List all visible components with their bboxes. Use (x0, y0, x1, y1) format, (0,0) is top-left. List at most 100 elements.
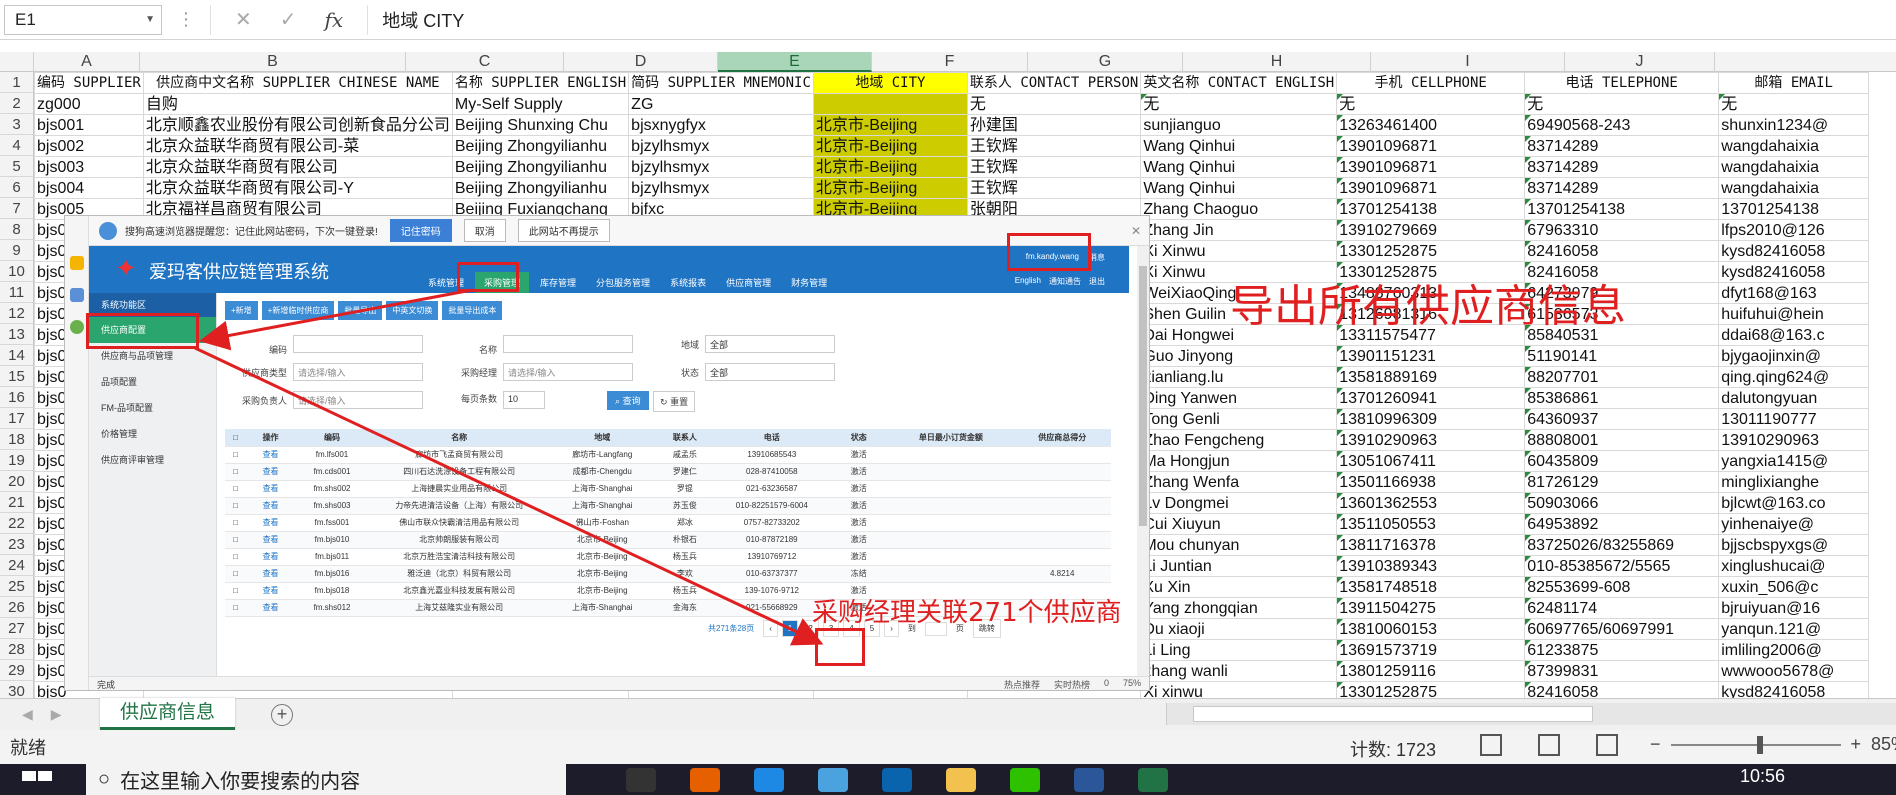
next-sheet-icon[interactable]: ▶ (51, 706, 62, 723)
cell-i19[interactable]: 60435809 (1524, 450, 1720, 472)
cell-f2[interactable]: 无 (966, 93, 1142, 115)
taskbar-search[interactable]: ○ 在这里输入你要搜索的内容 (86, 764, 566, 795)
toolbar-button-4[interactable]: 批量导出成本 (442, 301, 503, 320)
cell-c3[interactable]: Beijing Shunxing Chu (451, 114, 630, 136)
cell-i9[interactable]: 82416058 (1524, 240, 1720, 262)
zoom-in-icon[interactable]: + (1851, 734, 1862, 755)
top-link-2[interactable]: 退出 (1089, 276, 1105, 287)
vertical-scrollbar[interactable] (1137, 246, 1149, 676)
cell-i29[interactable]: 87399831 (1524, 660, 1720, 682)
cell-f3[interactable]: 孙建国 (966, 114, 1142, 136)
task-view-icon[interactable] (626, 767, 656, 792)
cell-i8[interactable]: 67963310 (1524, 219, 1720, 241)
column-header-f[interactable]: F (872, 52, 1028, 72)
cell-c1[interactable]: 名称 SUPPLIER ENGLISH (451, 72, 630, 94)
cell-i20[interactable]: 81726129 (1524, 471, 1720, 493)
toolbar-button-2[interactable]: 批量导出 (338, 301, 383, 320)
top-link-1[interactable]: 通知通告 (1049, 276, 1081, 287)
cell-h3[interactable]: 13263461400 (1336, 114, 1526, 136)
cell-h29[interactable]: 13801259116 (1336, 660, 1526, 682)
cell-j5[interactable]: wangdahaixia (1718, 156, 1870, 178)
filter-code-input[interactable] (293, 335, 423, 353)
cell-d5[interactable]: bjzylhsmyx (628, 156, 814, 178)
cell-h2[interactable]: 无 (1336, 93, 1526, 115)
cell-j29[interactable]: wwwooo5678@ (1718, 660, 1870, 682)
check-icon[interactable]: ✓ (280, 7, 297, 32)
cell-j17[interactable]: 13011190777 (1718, 408, 1870, 430)
filter-state-select[interactable]: 全部 (705, 363, 835, 381)
per-page-select[interactable]: 10 (503, 391, 545, 409)
view-link[interactable]: 查看 (246, 497, 295, 515)
row-header-21[interactable]: 21 (0, 492, 34, 513)
cell-i17[interactable]: 64360937 (1524, 408, 1720, 430)
top-link-0[interactable]: English (1015, 276, 1041, 287)
nav-item-3[interactable]: 分包服务管理 (587, 272, 659, 293)
cell-j16[interactable]: dalutongyuan (1718, 387, 1870, 409)
nav-item-5[interactable]: 供应商管理 (717, 272, 780, 293)
row-header-27[interactable]: 27 (0, 618, 34, 639)
cell-b6[interactable]: 北京众益联华商贸有限公司-Y (142, 177, 453, 199)
toolbar-button-0[interactable]: +新增 (225, 301, 258, 320)
function-icon[interactable]: fx (325, 8, 344, 32)
cell-j10[interactable]: kysd82416058 (1718, 261, 1870, 283)
folder-icon[interactable] (946, 767, 976, 792)
query-button[interactable]: ⌕ 查询 (607, 391, 649, 410)
filter-region-select[interactable]: 全部 (705, 335, 835, 353)
cell-f6[interactable]: 王钦辉 (966, 177, 1142, 199)
cell-i1[interactable]: 电话 TELEPHONE (1524, 72, 1720, 94)
cell-j20[interactable]: minglixianghe (1718, 471, 1870, 493)
reset-button[interactable]: ↻ 重置 (653, 391, 696, 412)
row-header-15[interactable]: 15 (0, 366, 34, 387)
horizontal-scrollbar[interactable] (1166, 703, 1896, 725)
row-header-25[interactable]: 25 (0, 576, 34, 597)
view-link[interactable]: 查看 (246, 565, 295, 583)
cell-h21[interactable]: 13601362553 (1336, 492, 1526, 514)
row-header-17[interactable]: 17 (0, 408, 34, 429)
column-header-b[interactable]: B (140, 52, 406, 72)
status-right-item-1[interactable]: 实时热榜 (1054, 678, 1090, 690)
supplier-col-0[interactable]: □ (225, 429, 247, 447)
cell-j3[interactable]: shunxin1234@ (1718, 114, 1870, 136)
cell-h6[interactable]: 13901096871 (1336, 177, 1526, 199)
cell-h9[interactable]: 13301252875 (1336, 240, 1526, 262)
zoom-slider[interactable] (1670, 735, 1841, 754)
cell-g24[interactable]: Li Juntian (1140, 555, 1338, 577)
cell-e1[interactable]: 地域 CITY (812, 72, 968, 94)
cell-g15[interactable]: xianliang.lu (1140, 366, 1338, 388)
cell-h14[interactable]: 13901151231 (1336, 345, 1526, 367)
filter-type-select[interactable]: 请选择/输入 (293, 363, 423, 381)
cell-h7[interactable]: 13701254138 (1336, 198, 1526, 220)
row-header-6[interactable]: 6 (0, 177, 34, 198)
sogou-icon[interactable] (818, 767, 848, 792)
cell-g1[interactable]: 英文名称 CONTACT ENGLISH (1140, 72, 1338, 94)
cell-e2[interactable] (812, 93, 968, 115)
view-link[interactable]: 查看 (246, 463, 295, 481)
cell-i26[interactable]: 62481174 (1524, 597, 1720, 619)
cell-h17[interactable]: 13810996309 (1336, 408, 1526, 430)
cell-i23[interactable]: 83725026/83255869 (1524, 534, 1720, 556)
toolbar-button-3[interactable]: 中英文切换 (386, 301, 439, 320)
row-checkbox[interactable]: □ (225, 480, 247, 498)
view-link[interactable]: 查看 (246, 446, 295, 464)
row-checkbox[interactable]: □ (225, 548, 247, 566)
prev-sheet-icon[interactable]: ◀ (22, 706, 33, 723)
cell-a4[interactable]: bjs002 (34, 135, 144, 157)
cell-g17[interactable]: Tong Genli (1140, 408, 1338, 430)
message-link[interactable]: 消息 (1089, 252, 1105, 263)
cell-g7[interactable]: Zhang Chaoguo (1140, 198, 1338, 220)
cell-g6[interactable]: Wang Qinhui (1140, 177, 1338, 199)
hscroll-thumb[interactable] (1193, 706, 1593, 722)
cell-d3[interactable]: bjsxnygfyx (628, 114, 814, 136)
wechat-icon[interactable] (1010, 767, 1040, 792)
cell-h20[interactable]: 13501166938 (1336, 471, 1526, 493)
toolbar-button-1[interactable]: +新增临时供应商 (261, 301, 335, 320)
column-header-c[interactable]: C (406, 52, 564, 72)
view-link[interactable]: 查看 (246, 514, 295, 532)
cell-j19[interactable]: yangxia1415@ (1718, 450, 1870, 472)
row-header-4[interactable]: 4 (0, 135, 34, 156)
cell-h24[interactable]: 13910389343 (1336, 555, 1526, 577)
cell-d1[interactable]: 简码 SUPPLIER MNEMONIC (628, 72, 814, 94)
cell-i24[interactable]: 010-85385672/5565 (1524, 555, 1720, 577)
side-item-2[interactable]: 品项配置 (89, 369, 216, 395)
cell-b2[interactable]: 自购 (142, 93, 453, 115)
